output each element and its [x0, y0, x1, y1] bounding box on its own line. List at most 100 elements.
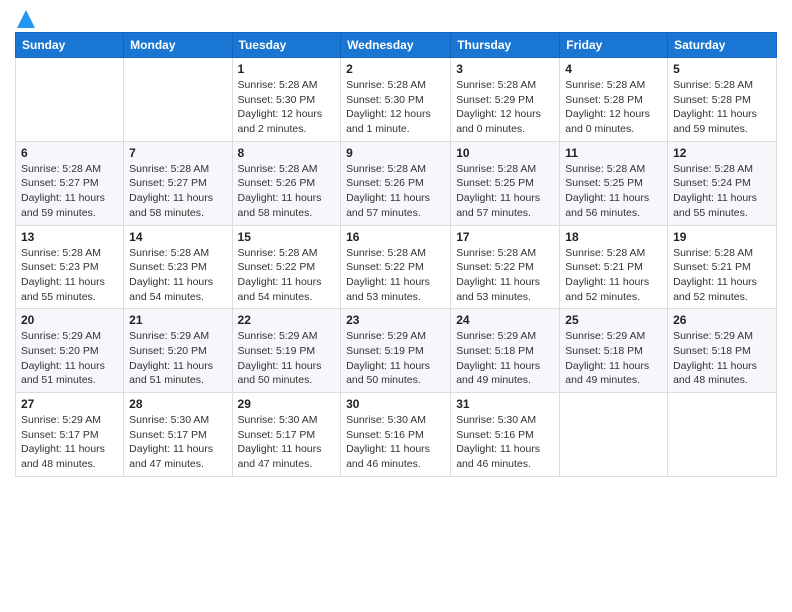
- day-info: Sunrise: 5:30 AM Sunset: 5:17 PM Dayligh…: [129, 413, 226, 472]
- calendar-cell: 2 Sunrise: 5:28 AM Sunset: 5:30 PM Daylig…: [341, 58, 451, 142]
- calendar-cell: [560, 393, 668, 477]
- calendar-cell: 7Sunrise: 5:28 AM Sunset: 5:27 PM Daylig…: [124, 141, 232, 225]
- day-number: 31: [456, 397, 554, 411]
- calendar-cell: 8 Sunrise: 5:28 AM Sunset: 5:26 PM Daylig…: [232, 141, 341, 225]
- day-info: Sunrise: 5:29 AM Sunset: 5:18 PM Dayligh…: [565, 329, 662, 388]
- calendar-cell: 6 Sunrise: 5:28 AM Sunset: 5:27 PM Daylig…: [16, 141, 124, 225]
- day-info: Sunrise: 5:29 AM Sunset: 5:20 PM Dayligh…: [129, 329, 226, 388]
- day-number: 9: [346, 146, 445, 160]
- day-number: 5: [673, 62, 771, 76]
- calendar-cell: 28 Sunrise: 5:30 AM Sunset: 5:17 PM Dayli…: [124, 393, 232, 477]
- day-info: Sunrise: 5:28 AM Sunset: 5:23 PM Dayligh…: [129, 246, 226, 305]
- calendar-header-row: SundayMondayTuesdayWednesdayThursdayFrid…: [16, 33, 777, 58]
- calendar-table: SundayMondayTuesdayWednesdayThursdayFrid…: [15, 32, 777, 477]
- day-info: Sunrise: 5:28 AM Sunset: 5:26 PM Dayligh…: [346, 162, 445, 221]
- day-info: Sunrise: 5:28 AM Sunset: 5:28 PM Dayligh…: [565, 78, 662, 137]
- day-header-thursday: Thursday: [451, 33, 560, 58]
- day-info: Sunrise: 5:29 AM Sunset: 5:19 PM Dayligh…: [238, 329, 336, 388]
- day-number: 7: [129, 146, 226, 160]
- day-number: 15: [238, 230, 336, 244]
- calendar-week-1: 1 Sunrise: 5:28 AM Sunset: 5:30 PM Daylig…: [16, 58, 777, 142]
- day-number: 16: [346, 230, 445, 244]
- day-number: 17: [456, 230, 554, 244]
- day-info: Sunrise: 5:28 AM Sunset: 5:30 PM Dayligh…: [346, 78, 445, 137]
- day-number: 3: [456, 62, 554, 76]
- calendar-cell: 13 Sunrise: 5:28 AM Sunset: 5:23 PM Dayli…: [16, 225, 124, 309]
- calendar-cell: 20 Sunrise: 5:29 AM Sunset: 5:20 PM Dayli…: [16, 309, 124, 393]
- calendar-cell: 19 Sunrise: 5:28 AM Sunset: 5:21 PM Dayli…: [668, 225, 777, 309]
- calendar-cell: 29 Sunrise: 5:30 AM Sunset: 5:17 PM Dayli…: [232, 393, 341, 477]
- calendar-cell: 30Sunrise: 5:30 AM Sunset: 5:16 PM Dayli…: [341, 393, 451, 477]
- day-header-tuesday: Tuesday: [232, 33, 341, 58]
- day-number: 1: [238, 62, 336, 76]
- day-header-wednesday: Wednesday: [341, 33, 451, 58]
- calendar-week-4: 20 Sunrise: 5:29 AM Sunset: 5:20 PM Dayli…: [16, 309, 777, 393]
- day-info: Sunrise: 5:28 AM Sunset: 5:22 PM Dayligh…: [238, 246, 336, 305]
- calendar-cell: 12Sunrise: 5:28 AM Sunset: 5:24 PM Dayli…: [668, 141, 777, 225]
- day-number: 6: [21, 146, 118, 160]
- day-info: Sunrise: 5:30 AM Sunset: 5:16 PM Dayligh…: [346, 413, 445, 472]
- day-info: Sunrise: 5:29 AM Sunset: 5:18 PM Dayligh…: [456, 329, 554, 388]
- calendar-cell: 27 Sunrise: 5:29 AM Sunset: 5:17 PM Dayli…: [16, 393, 124, 477]
- day-info: Sunrise: 5:28 AM Sunset: 5:22 PM Dayligh…: [456, 246, 554, 305]
- day-info: Sunrise: 5:28 AM Sunset: 5:26 PM Dayligh…: [238, 162, 336, 221]
- calendar-cell: 14 Sunrise: 5:28 AM Sunset: 5:23 PM Dayli…: [124, 225, 232, 309]
- logo: [15, 10, 35, 26]
- day-number: 19: [673, 230, 771, 244]
- calendar-cell: 25Sunrise: 5:29 AM Sunset: 5:18 PM Dayli…: [560, 309, 668, 393]
- day-number: 4: [565, 62, 662, 76]
- day-header-saturday: Saturday: [668, 33, 777, 58]
- day-info: Sunrise: 5:28 AM Sunset: 5:25 PM Dayligh…: [456, 162, 554, 221]
- calendar-cell: 16Sunrise: 5:28 AM Sunset: 5:22 PM Dayli…: [341, 225, 451, 309]
- calendar-cell: 9 Sunrise: 5:28 AM Sunset: 5:26 PM Daylig…: [341, 141, 451, 225]
- header: [15, 10, 777, 26]
- day-info: Sunrise: 5:29 AM Sunset: 5:19 PM Dayligh…: [346, 329, 445, 388]
- day-number: 27: [21, 397, 118, 411]
- calendar-cell: 24 Sunrise: 5:29 AM Sunset: 5:18 PM Dayli…: [451, 309, 560, 393]
- day-info: Sunrise: 5:30 AM Sunset: 5:17 PM Dayligh…: [238, 413, 336, 472]
- logo-triangle-icon: [17, 10, 35, 28]
- calendar-cell: 11 Sunrise: 5:28 AM Sunset: 5:25 PM Dayli…: [560, 141, 668, 225]
- day-number: 14: [129, 230, 226, 244]
- day-info: Sunrise: 5:28 AM Sunset: 5:21 PM Dayligh…: [565, 246, 662, 305]
- day-number: 23: [346, 313, 445, 327]
- calendar-cell: [124, 58, 232, 142]
- day-number: 18: [565, 230, 662, 244]
- calendar-cell: 1 Sunrise: 5:28 AM Sunset: 5:30 PM Daylig…: [232, 58, 341, 142]
- day-info: Sunrise: 5:29 AM Sunset: 5:17 PM Dayligh…: [21, 413, 118, 472]
- calendar-cell: 5Sunrise: 5:28 AM Sunset: 5:28 PM Daylig…: [668, 58, 777, 142]
- day-info: Sunrise: 5:29 AM Sunset: 5:20 PM Dayligh…: [21, 329, 118, 388]
- day-header-friday: Friday: [560, 33, 668, 58]
- day-info: Sunrise: 5:30 AM Sunset: 5:16 PM Dayligh…: [456, 413, 554, 472]
- day-header-sunday: Sunday: [16, 33, 124, 58]
- day-number: 26: [673, 313, 771, 327]
- calendar-cell: 23 Sunrise: 5:29 AM Sunset: 5:19 PM Dayli…: [341, 309, 451, 393]
- calendar-cell: 4 Sunrise: 5:28 AM Sunset: 5:28 PM Daylig…: [560, 58, 668, 142]
- calendar-week-5: 27 Sunrise: 5:29 AM Sunset: 5:17 PM Dayli…: [16, 393, 777, 477]
- day-info: Sunrise: 5:28 AM Sunset: 5:21 PM Dayligh…: [673, 246, 771, 305]
- day-number: 10: [456, 146, 554, 160]
- day-number: 20: [21, 313, 118, 327]
- day-number: 21: [129, 313, 226, 327]
- page: SundayMondayTuesdayWednesdayThursdayFrid…: [0, 0, 792, 612]
- day-number: 29: [238, 397, 336, 411]
- day-info: Sunrise: 5:28 AM Sunset: 5:27 PM Dayligh…: [21, 162, 118, 221]
- calendar-cell: 26 Sunrise: 5:29 AM Sunset: 5:18 PM Dayli…: [668, 309, 777, 393]
- calendar-week-2: 6 Sunrise: 5:28 AM Sunset: 5:27 PM Daylig…: [16, 141, 777, 225]
- calendar-cell: 22Sunrise: 5:29 AM Sunset: 5:19 PM Dayli…: [232, 309, 341, 393]
- day-info: Sunrise: 5:28 AM Sunset: 5:30 PM Dayligh…: [238, 78, 336, 137]
- day-info: Sunrise: 5:29 AM Sunset: 5:18 PM Dayligh…: [673, 329, 771, 388]
- calendar-cell: 15 Sunrise: 5:28 AM Sunset: 5:22 PM Dayli…: [232, 225, 341, 309]
- day-number: 28: [129, 397, 226, 411]
- calendar-cell: [668, 393, 777, 477]
- day-number: 2: [346, 62, 445, 76]
- day-number: 8: [238, 146, 336, 160]
- day-number: 24: [456, 313, 554, 327]
- calendar-cell: 21 Sunrise: 5:29 AM Sunset: 5:20 PM Dayli…: [124, 309, 232, 393]
- day-number: 13: [21, 230, 118, 244]
- calendar-week-3: 13 Sunrise: 5:28 AM Sunset: 5:23 PM Dayli…: [16, 225, 777, 309]
- day-number: 11: [565, 146, 662, 160]
- day-info: Sunrise: 5:28 AM Sunset: 5:25 PM Dayligh…: [565, 162, 662, 221]
- day-info: Sunrise: 5:28 AM Sunset: 5:23 PM Dayligh…: [21, 246, 118, 305]
- day-header-monday: Monday: [124, 33, 232, 58]
